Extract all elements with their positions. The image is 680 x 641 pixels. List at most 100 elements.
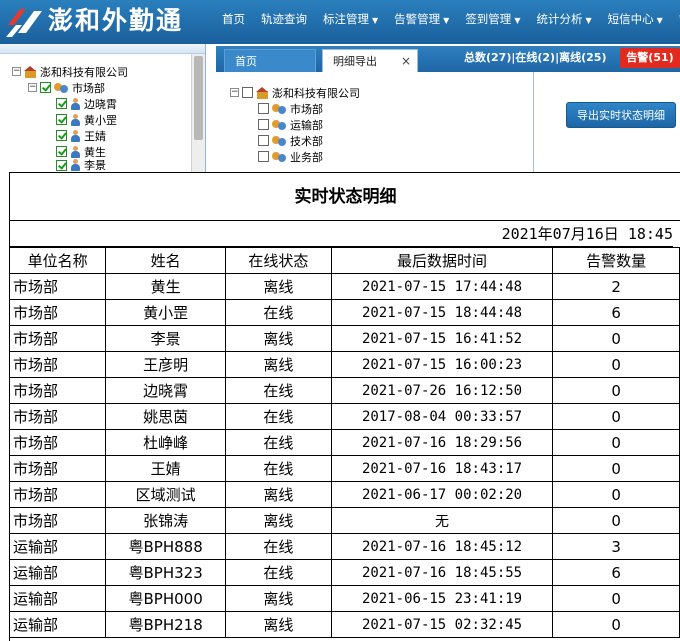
nav-item[interactable]: 统计分析 ▼	[528, 0, 599, 38]
tree-node-company[interactable]: − 澎和科技有限公司	[12, 63, 128, 80]
cell-status: 离线	[225, 507, 332, 534]
checkbox[interactable]	[258, 103, 269, 114]
cell-last-time: 2021-06-17 00:02:20	[330, 481, 554, 508]
report-title: 实时状态明细	[10, 173, 680, 221]
cell-alarm-count: 0	[552, 377, 680, 404]
tree-node-label: 运输部	[290, 118, 323, 132]
cell-last-time: 2017-08-04 00:33:57	[330, 403, 554, 430]
close-icon[interactable]: ×	[401, 50, 411, 73]
table-row: 市场部 王婧 在线 2021-07-16 18:43:17 0	[10, 455, 680, 482]
cell-alarm-count: 0	[552, 507, 680, 534]
checkbox-checked[interactable]	[56, 98, 67, 109]
column-header-status: 在线状态	[225, 247, 332, 274]
cell-unit: 市场部	[10, 273, 107, 300]
table-row: 市场部 李景 离线 2021-07-15 16:41:52 0	[10, 325, 680, 352]
cell-unit: 运输部	[10, 559, 107, 586]
status-summary[interactable]: 总数(27)|在线(2)|离线(25)	[464, 46, 606, 72]
checkbox[interactable]	[242, 87, 253, 98]
tree-node-department[interactable]: − 市场部	[28, 79, 105, 96]
cell-status: 离线	[225, 585, 332, 612]
cell-last-time: 2021-07-26 16:12:50	[330, 377, 554, 404]
person-icon	[70, 113, 81, 126]
column-header-alarm-count: 告警数量	[552, 247, 680, 274]
nav-item-label: 统计分析	[536, 12, 583, 26]
cell-status: 离线	[225, 273, 332, 300]
table-row: 运输部 粤BPH218 离线 2021-07-15 02:32:45 0	[10, 611, 680, 638]
cell-unit: 市场部	[10, 455, 107, 482]
cell-unit: 运输部	[10, 611, 107, 638]
chevron-down-icon: ▼	[514, 16, 521, 25]
tab-detail-export[interactable]: 明细导出 ×	[322, 49, 418, 72]
tab-label: 首页	[235, 55, 257, 68]
person-icon	[70, 129, 81, 142]
tree-node-person[interactable]: 边晓霄	[56, 95, 117, 112]
cell-name: 边晓霄	[105, 377, 226, 404]
cell-name: 张锦涛	[105, 507, 226, 534]
tree-node-label: 王婧	[84, 129, 106, 143]
cell-alarm-count: 2	[552, 273, 680, 300]
export-tree-department[interactable]: 市场部	[258, 100, 323, 117]
checkbox-checked[interactable]	[56, 146, 67, 157]
export-tree-department[interactable]: 业务部	[258, 148, 323, 165]
cell-last-time: 2021-07-16 18:43:17	[330, 455, 554, 482]
tree-scrollbar[interactable]	[191, 54, 205, 172]
company-icon	[24, 65, 37, 78]
collapse-icon[interactable]: −	[230, 88, 239, 97]
nav-item[interactable]: 首页	[214, 0, 253, 38]
top-header: 澎和外勤通 首页轨迹查询标注管理▼告警管理▼签到管理▼统计分析▼短信中心▼管	[0, 0, 680, 44]
checkbox-checked[interactable]	[40, 82, 51, 93]
table-row: 市场部 边晓霄 在线 2021-07-26 16:12:50 0	[10, 377, 680, 404]
collapse-icon[interactable]: −	[28, 83, 37, 92]
alarm-badge[interactable]: 告警(51)	[620, 48, 680, 68]
tab-home[interactable]: 首页	[224, 49, 316, 72]
cell-status: 离线	[225, 481, 332, 508]
checkbox-checked[interactable]	[56, 130, 67, 141]
nav-item[interactable]: 签到管理 ▼	[457, 0, 528, 38]
panel-header	[0, 44, 205, 54]
export-tree-department[interactable]: 运输部	[258, 116, 323, 133]
nav-item[interactable]: 短信中心 ▼	[600, 0, 671, 38]
cell-status: 在线	[225, 429, 332, 456]
nav-item[interactable]: 管	[671, 0, 680, 38]
export-tree-department[interactable]: 技术部	[258, 132, 323, 149]
collapse-icon[interactable]: −	[12, 67, 21, 76]
app-title: 澎和外勤通	[48, 6, 184, 35]
cell-alarm-count: 0	[552, 481, 680, 508]
scrollbar-thumb[interactable]	[194, 56, 203, 140]
cell-last-time: 2021-07-16 18:45:55	[330, 559, 554, 586]
tree-node-person[interactable]: 黄小罡	[56, 111, 117, 128]
main-panel: 首页 明细导出 × 总数(27)|在线(2)|离线(25) 告警(51) − 澎…	[216, 44, 680, 172]
export-realtime-status-button[interactable]: 导出实时状态明细	[566, 102, 676, 128]
realtime-status-report: 实时状态明细 2021年07月16日 18:45 单位名称 姓名 在线状态 最后…	[9, 172, 680, 641]
cell-last-time: 2021-07-15 02:32:45	[330, 611, 554, 638]
cell-alarm-count: 3	[552, 533, 680, 560]
department-icon	[272, 151, 287, 163]
cell-name: 王婧	[105, 455, 226, 482]
cell-last-time: 2021-07-16 18:29:56	[330, 429, 554, 456]
checkbox-checked[interactable]	[56, 114, 67, 125]
nav-item[interactable]: 标注管理 ▼	[315, 0, 386, 38]
nav-item[interactable]: 轨迹查询	[253, 0, 315, 38]
cell-status: 在线	[225, 403, 332, 430]
tree-node-person[interactable]: 王婧	[56, 127, 106, 144]
table-body: 市场部 黄生 离线 2021-07-15 17:44:48 2 市场部 黄小罡 在线 2021-…	[10, 273, 680, 638]
cell-unit: 运输部	[10, 585, 107, 612]
chevron-down-icon: ▼	[443, 16, 450, 25]
status-table: 单位名称 姓名 在线状态 最后数据时间 告警数量 市场部 黄生 离线 2021-07-…	[10, 247, 680, 638]
checkbox[interactable]	[258, 119, 269, 130]
table-row: 市场部 王彦明 离线 2021-07-15 16:00:23 0	[10, 351, 680, 378]
checkbox-checked[interactable]	[56, 159, 67, 171]
cell-alarm-count: 0	[552, 429, 680, 456]
cell-last-time: 2021-07-15 17:44:48	[330, 273, 554, 300]
chevron-down-icon: ▼	[656, 16, 663, 25]
nav-item[interactable]: 告警管理 ▼	[386, 0, 457, 38]
tree-node-label: 技术部	[290, 134, 323, 148]
table-row: 市场部 张锦涛 离线无 0	[10, 507, 680, 534]
tree-node-person[interactable]: 李景	[56, 158, 106, 172]
checkbox[interactable]	[258, 135, 269, 146]
checkbox[interactable]	[258, 151, 269, 162]
export-tree-company[interactable]: − 澎和科技有限公司	[230, 84, 360, 101]
cell-alarm-count: 0	[552, 611, 680, 638]
cell-unit: 市场部	[10, 481, 107, 508]
cell-alarm-count: 6	[552, 559, 680, 586]
